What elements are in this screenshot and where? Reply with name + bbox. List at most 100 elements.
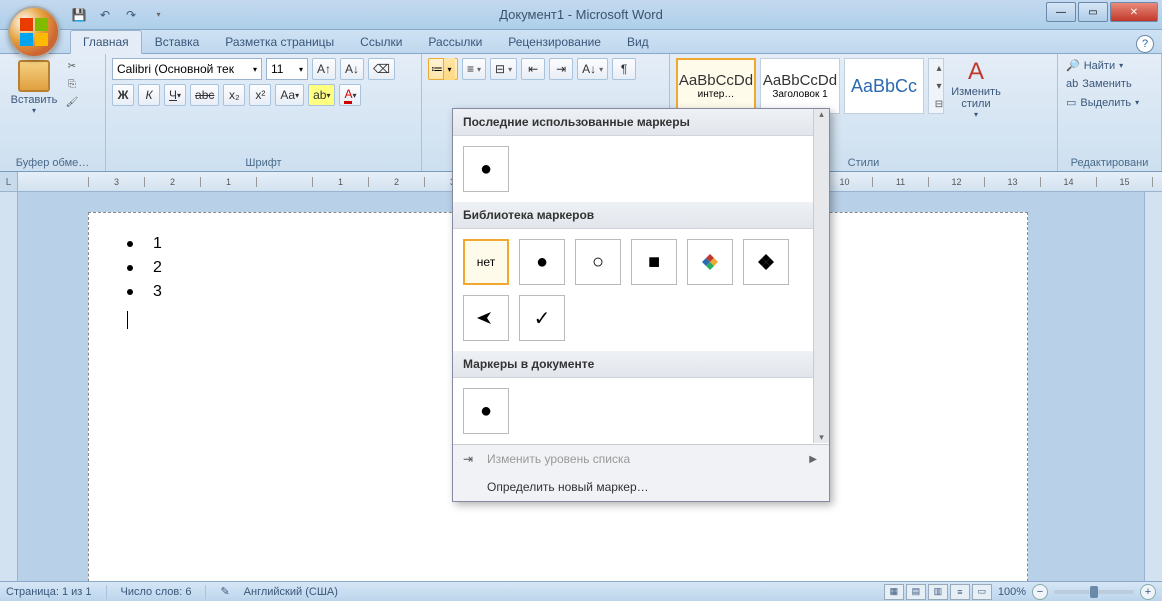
- superscript-button[interactable]: x²: [249, 84, 271, 106]
- change-case-button[interactable]: Aa▾: [275, 84, 304, 106]
- bd-none[interactable]: нет: [463, 239, 509, 285]
- multilevel-button[interactable]: ⊟: [490, 58, 517, 80]
- list-item-text: 1: [153, 235, 162, 253]
- save-icon[interactable]: 💾: [70, 6, 88, 24]
- bd-bullet-arrow[interactable]: [463, 295, 509, 341]
- vertical-ruler[interactable]: [0, 192, 18, 581]
- subscript-button[interactable]: x₂: [223, 84, 245, 106]
- vertical-scrollbar[interactable]: [1144, 192, 1162, 581]
- bullet-dot-icon: [127, 265, 133, 271]
- minimize-button[interactable]: —: [1046, 2, 1076, 22]
- bullet-dot-icon: [127, 241, 133, 247]
- bd-bullet-check[interactable]: ✓: [519, 295, 565, 341]
- font-color-button[interactable]: A▾: [339, 84, 361, 106]
- bullets-button[interactable]: ≔ ▾: [428, 58, 458, 80]
- view-full-reading[interactable]: ▤: [906, 584, 926, 600]
- status-proofing-icon[interactable]: ✎: [220, 585, 229, 598]
- bold-button[interactable]: Ж: [112, 84, 134, 106]
- clear-formatting-icon[interactable]: ⌫: [368, 58, 395, 80]
- show-marks-icon[interactable]: ¶: [612, 58, 636, 80]
- ruler-tick: 14: [1040, 177, 1096, 187]
- ruler-tick: 13: [984, 177, 1040, 187]
- find-button[interactable]: 🔎Найти▾: [1064, 58, 1155, 73]
- tab-insert[interactable]: Вставка: [142, 30, 213, 53]
- cut-icon[interactable]: ✂: [62, 58, 82, 74]
- tab-mailings[interactable]: Рассылки: [415, 30, 495, 53]
- qat-more-icon[interactable]: [148, 6, 166, 24]
- ruler-tick: 2: [368, 177, 424, 187]
- bd-indoc-bullet-disc[interactable]: ●: [463, 388, 509, 434]
- bd-bullet-4diamond[interactable]: [743, 239, 789, 285]
- shrink-font-icon[interactable]: A↓: [340, 58, 364, 80]
- font-name-combo[interactable]: Calibri (Основной тек▾: [112, 58, 262, 80]
- view-web-layout[interactable]: ▥: [928, 584, 948, 600]
- title-bar: 💾 ↶ ↷ Документ1 - Microsoft Word — ▭ ✕: [0, 0, 1162, 30]
- ruler-tick: 12: [928, 177, 984, 187]
- replace-button[interactable]: abЗаменить: [1064, 77, 1155, 91]
- bd-bullet-4color[interactable]: [687, 239, 733, 285]
- bd-indoc-label: Маркеры в документе: [453, 351, 829, 378]
- bd-define-new[interactable]: Определить новый маркер…: [453, 473, 829, 501]
- bd-bullet-disc[interactable]: ●: [519, 239, 565, 285]
- style-item-3[interactable]: AaBbCc: [844, 58, 924, 114]
- editing-group-label: Редактировани: [1064, 155, 1155, 169]
- font-group-label: Шрифт: [112, 155, 415, 169]
- bd-recent-label: Последние использованные маркеры: [453, 109, 829, 136]
- numbering-button[interactable]: ≡: [462, 58, 486, 80]
- view-print-layout[interactable]: ▦: [884, 584, 904, 600]
- window-title: Документ1 - Microsoft Word: [499, 7, 663, 22]
- tab-references[interactable]: Ссылки: [347, 30, 415, 53]
- view-outline[interactable]: ≡: [950, 584, 970, 600]
- zoom-slider-thumb[interactable]: [1090, 586, 1098, 598]
- change-styles-icon: A: [968, 58, 984, 86]
- tab-page-layout[interactable]: Разметка страницы: [212, 30, 347, 53]
- maximize-button[interactable]: ▭: [1078, 2, 1108, 22]
- change-styles-button[interactable]: A Изменить стили ▾: [944, 58, 1008, 119]
- status-language[interactable]: Английский (США): [244, 586, 338, 598]
- increase-indent-icon[interactable]: ⇥: [549, 58, 573, 80]
- copy-icon[interactable]: ⎘: [62, 76, 82, 92]
- ruler-corner[interactable]: L: [0, 172, 18, 192]
- style-item-1[interactable]: AaBbCcDd интер…: [676, 58, 756, 114]
- select-button[interactable]: ▭Выделить▾: [1064, 95, 1155, 110]
- ruler-tick: 11: [872, 177, 928, 187]
- paste-label: Вставить: [11, 94, 58, 106]
- replace-icon: ab: [1066, 78, 1078, 90]
- zoom-in-button[interactable]: +: [1140, 584, 1156, 600]
- view-draft[interactable]: ▭: [972, 584, 992, 600]
- grow-font-icon[interactable]: A↑: [312, 58, 336, 80]
- help-button[interactable]: ?: [1136, 35, 1154, 53]
- tab-home[interactable]: Главная: [70, 30, 142, 54]
- zoom-slider[interactable]: [1054, 590, 1134, 594]
- italic-button[interactable]: К: [138, 84, 160, 106]
- undo-icon[interactable]: ↶: [96, 6, 114, 24]
- redo-icon[interactable]: ↷: [122, 6, 140, 24]
- close-button[interactable]: ✕: [1110, 2, 1158, 22]
- bullets-dropdown-arrow[interactable]: ▾: [443, 58, 455, 80]
- format-painter-icon[interactable]: 🖌: [62, 94, 82, 110]
- ruler-tick: 3: [88, 177, 144, 187]
- office-button[interactable]: [8, 6, 60, 58]
- paste-button[interactable]: Вставить ▾: [6, 58, 62, 117]
- paste-icon: [18, 60, 50, 92]
- highlight-button[interactable]: ab▾: [308, 84, 335, 106]
- tab-review[interactable]: Рецензирование: [495, 30, 614, 53]
- bd-recent-bullet-disc[interactable]: ●: [463, 146, 509, 192]
- bd-scrollbar[interactable]: ▴ ▾: [813, 109, 829, 443]
- bd-bullet-square[interactable]: ■: [631, 239, 677, 285]
- status-word-count[interactable]: Число слов: 6: [121, 586, 192, 598]
- zoom-out-button[interactable]: −: [1032, 584, 1048, 600]
- status-page[interactable]: Страница: 1 из 1: [6, 586, 92, 598]
- bd-change-level[interactable]: ⇥ Изменить уровень списка ▶: [453, 445, 829, 473]
- font-size-combo[interactable]: 11▾: [266, 58, 308, 80]
- strike-button[interactable]: abc: [190, 84, 219, 106]
- bd-library-grid: нет ● ○ ■ ✓: [453, 229, 829, 351]
- decrease-indent-icon[interactable]: ⇤: [521, 58, 545, 80]
- underline-button[interactable]: Ч▾: [164, 84, 186, 106]
- clipboard-group-label: Буфер обме…: [6, 155, 99, 169]
- sort-button[interactable]: A↓: [577, 58, 608, 80]
- zoom-level[interactable]: 100%: [998, 586, 1026, 598]
- tab-view[interactable]: Вид: [614, 30, 662, 53]
- bd-bullet-circle[interactable]: ○: [575, 239, 621, 285]
- style-item-2[interactable]: AaBbCcDd Заголовок 1: [760, 58, 840, 114]
